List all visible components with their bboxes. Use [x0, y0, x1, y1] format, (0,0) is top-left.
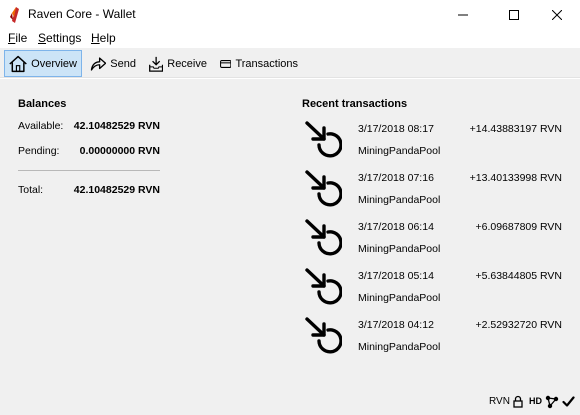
transaction-amount: +2.52932720 RVN	[475, 319, 562, 331]
balance-divider	[18, 170, 160, 171]
tab-overview[interactable]: Overview	[4, 50, 82, 77]
hd-wallet-indicator: HD	[529, 396, 542, 406]
transaction-amount: +14.43883197 RVN	[469, 123, 562, 135]
transaction-label: MiningPandaPool	[358, 341, 441, 353]
overview-panel: Balances Available: 42.10482529 RVN Pend…	[0, 79, 580, 391]
transaction-item[interactable]: 3/17/2018 06:14 +6.09687809 RVN MiningPa…	[300, 215, 570, 261]
transaction-date: 3/17/2018 07:16	[358, 172, 434, 184]
tab-send[interactable]: Send	[86, 50, 140, 77]
transaction-amount: +13.40133998 RVN	[469, 172, 562, 184]
raven-logo-icon	[10, 7, 19, 23]
transaction-date: 3/17/2018 05:14	[358, 270, 434, 282]
transaction-item[interactable]: 3/17/2018 07:16 +13.40133998 RVN MiningP…	[300, 166, 570, 212]
status-bar: RVN HD	[0, 391, 580, 415]
synced-check-icon	[562, 396, 575, 407]
transaction-date: 3/17/2018 06:14	[358, 221, 434, 233]
title-bar[interactable]: Raven Core - Wallet	[0, 0, 580, 29]
send-arrow-icon	[90, 56, 107, 71]
transaction-item[interactable]: 3/17/2018 05:14 +5.63844805 RVN MiningPa…	[300, 264, 570, 310]
mined-icon	[305, 121, 342, 158]
mined-icon	[305, 317, 342, 354]
transaction-item[interactable]: 3/17/2018 04:12 +2.52932720 RVN MiningPa…	[300, 313, 570, 359]
window-title: Raven Core - Wallet	[28, 7, 136, 21]
pending-label: Pending:	[18, 145, 60, 157]
transaction-date: 3/17/2018 04:12	[358, 319, 434, 331]
mined-icon	[305, 268, 342, 305]
minimize-button[interactable]	[440, 0, 486, 29]
available-value: 42.10482529 RVN	[73, 120, 160, 132]
transaction-date: 3/17/2018 08:17	[358, 123, 434, 135]
minimize-icon	[458, 14, 468, 15]
maximize-button[interactable]	[491, 0, 537, 29]
transaction-label: MiningPandaPool	[358, 194, 441, 206]
transactions-card-icon	[220, 59, 232, 68]
toolbar: Overview Send Receive Transactions	[0, 48, 580, 78]
mined-icon	[305, 219, 342, 256]
transaction-amount: +5.63844805 RVN	[475, 270, 562, 282]
close-icon	[552, 9, 562, 20]
menu-bar: File Settings Help	[0, 29, 580, 48]
transaction-label: MiningPandaPool	[358, 292, 441, 304]
unit-selector[interactable]: RVN	[489, 396, 510, 407]
receive-inbox-icon	[149, 56, 164, 72]
transaction-label: MiningPandaPool	[358, 145, 441, 157]
tab-overview-label: Overview	[31, 57, 77, 70]
menu-file[interactable]: File	[8, 31, 27, 45]
close-button[interactable]	[534, 0, 580, 29]
home-icon	[9, 55, 27, 72]
recent-transactions-title: Recent transactions	[302, 98, 408, 110]
menu-settings[interactable]: Settings	[38, 31, 81, 45]
tab-receive[interactable]: Receive	[145, 50, 211, 77]
menu-help[interactable]: Help	[91, 31, 116, 45]
network-icon[interactable]	[545, 395, 559, 409]
pending-value: 0.00000000 RVN	[79, 145, 160, 157]
tab-send-label: Send	[110, 57, 136, 70]
available-label: Available:	[18, 120, 64, 132]
tab-receive-label: Receive	[167, 57, 207, 70]
balances-title: Balances	[18, 98, 67, 110]
total-value: 42.10482529 RVN	[73, 184, 160, 196]
maximize-icon	[509, 9, 519, 20]
transaction-item[interactable]: 3/17/2018 08:17 +14.43883197 RVN MiningP…	[300, 117, 570, 163]
total-label: Total:	[18, 184, 44, 196]
mined-icon	[305, 170, 342, 207]
transaction-amount: +6.09687809 RVN	[475, 221, 562, 233]
tab-transactions-label: Transactions	[235, 57, 298, 70]
transaction-label: MiningPandaPool	[358, 243, 441, 255]
tab-transactions[interactable]: Transactions	[216, 50, 302, 77]
lock-icon	[513, 395, 523, 408]
